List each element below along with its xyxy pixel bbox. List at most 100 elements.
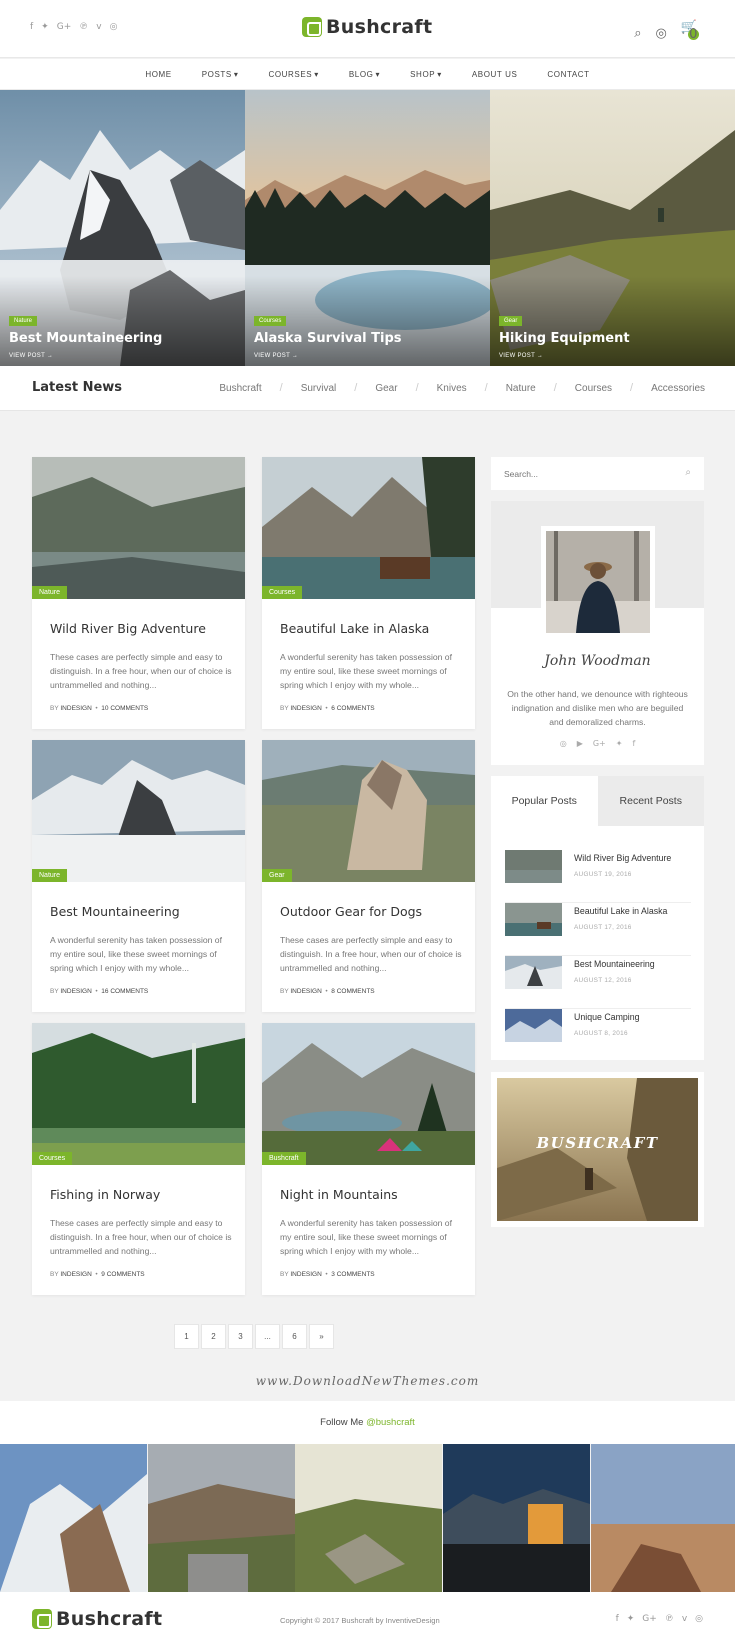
hero-view-post-link[interactable]: VIEW POST → xyxy=(254,353,298,359)
hero-category-tag[interactable]: Courses xyxy=(254,316,287,326)
popular-post-item[interactable]: Beautiful Lake in Alaska AUGUST 17, 2016 xyxy=(505,903,691,956)
post-comments-count[interactable]: 10 COMMENTS xyxy=(101,705,148,712)
popular-post-title[interactable]: Wild River Big Adventure xyxy=(574,853,671,863)
popular-post-thumbnail[interactable] xyxy=(505,903,562,936)
page-link[interactable]: 6 xyxy=(282,1324,307,1349)
vimeo-icon[interactable]: v xyxy=(682,1614,687,1624)
instagram-icon[interactable]: ◎ xyxy=(560,739,567,748)
nav-item-courses[interactable]: COURSES ▾ xyxy=(268,70,318,79)
popular-post-thumbnail[interactable] xyxy=(505,956,562,989)
hero-title[interactable]: Best Mountaineering xyxy=(9,331,162,346)
post-comments-count[interactable]: 3 COMMENTS xyxy=(331,1271,374,1278)
popular-post-item[interactable]: Best Mountaineering AUGUST 12, 2016 xyxy=(505,956,691,1009)
hero-slide[interactable]: Nature Best Mountaineering VIEW POST → xyxy=(0,90,245,366)
nav-item-posts[interactable]: POSTS ▾ xyxy=(202,70,239,79)
post-author[interactable]: INDESIGN xyxy=(60,1271,91,1278)
post-author[interactable]: INDESIGN xyxy=(290,1271,321,1278)
hero-slide[interactable]: Courses Alaska Survival Tips VIEW POST → xyxy=(245,90,490,366)
next-page-button[interactable]: » xyxy=(309,1324,334,1349)
google-plus-icon[interactable]: G+ xyxy=(642,1614,657,1624)
post-thumbnail[interactable] xyxy=(32,1023,245,1165)
instagram-icon[interactable]: ◎ xyxy=(110,22,118,32)
facebook-icon[interactable]: f xyxy=(632,739,635,748)
nav-item-contact[interactable]: CONTACT xyxy=(547,70,589,79)
hero-category-tag[interactable]: Gear xyxy=(499,316,523,326)
instagram-handle-link[interactable]: @bushcraft xyxy=(366,1417,415,1428)
popular-post-thumbnail[interactable] xyxy=(505,1009,562,1042)
popular-post-title[interactable]: Unique Camping xyxy=(574,1012,640,1022)
post-thumbnail[interactable] xyxy=(32,457,245,599)
google-plus-icon[interactable]: G+ xyxy=(57,22,72,32)
pinterest-icon[interactable]: ℗ xyxy=(79,22,88,32)
hero-category-tag[interactable]: Nature xyxy=(9,316,38,326)
post-thumbnail[interactable] xyxy=(262,1023,475,1165)
search-icon[interactable]: ⌕ xyxy=(634,26,641,41)
post-author[interactable]: INDESIGN xyxy=(60,988,91,995)
instagram-icon[interactable]: ◎ xyxy=(695,1614,703,1624)
instagram-photo[interactable] xyxy=(443,1444,590,1592)
category-link[interactable]: Nature xyxy=(506,383,536,394)
google-plus-icon[interactable]: G+ xyxy=(593,739,606,748)
post-comments-count[interactable]: 16 COMMENTS xyxy=(101,988,148,995)
post-title[interactable]: Wild River Big Adventure xyxy=(50,621,206,636)
post-title[interactable]: Best Mountaineering xyxy=(50,904,180,919)
twitter-icon[interactable]: ✦ xyxy=(627,1614,635,1624)
post-card[interactable]: Courses Fishing in Norway These cases ar… xyxy=(32,1023,245,1295)
post-comments-count[interactable]: 9 COMMENTS xyxy=(101,1271,144,1278)
instagram-photo[interactable] xyxy=(0,1444,147,1592)
page-link[interactable]: 3 xyxy=(228,1324,253,1349)
post-title[interactable]: Beautiful Lake in Alaska xyxy=(280,621,429,636)
tab-popular-posts[interactable]: Popular Posts xyxy=(491,776,598,826)
category-link[interactable]: Bushcraft xyxy=(219,383,261,394)
post-category-tag[interactable]: Gear xyxy=(262,869,292,882)
hero-slide[interactable]: Gear Hiking Equipment VIEW POST → xyxy=(490,90,735,366)
popular-post-item[interactable]: Unique Camping AUGUST 8, 2016 xyxy=(505,1009,691,1062)
post-author[interactable]: INDESIGN xyxy=(290,705,321,712)
post-category-tag[interactable]: Nature xyxy=(32,869,68,882)
hero-view-post-link[interactable]: VIEW POST → xyxy=(9,353,53,359)
facebook-icon[interactable]: f xyxy=(30,22,33,32)
nav-item-home[interactable]: HOME xyxy=(145,70,171,79)
post-author[interactable]: INDESIGN xyxy=(60,705,91,712)
category-link[interactable]: Survival xyxy=(301,383,337,394)
post-comments-count[interactable]: 8 COMMENTS xyxy=(331,988,374,995)
post-title[interactable]: Outdoor Gear for Dogs xyxy=(280,904,422,919)
post-category-tag[interactable]: Courses xyxy=(32,1152,73,1165)
popular-post-thumbnail[interactable] xyxy=(505,850,562,883)
vimeo-icon[interactable]: v xyxy=(96,22,101,32)
tab-recent-posts[interactable]: Recent Posts xyxy=(597,776,704,826)
site-logo[interactable]: Bushcraft xyxy=(302,16,432,38)
post-thumbnail[interactable] xyxy=(262,740,475,882)
post-category-tag[interactable]: Bushcraft xyxy=(262,1152,306,1165)
popular-post-item[interactable]: Wild River Big Adventure AUGUST 19, 2016 xyxy=(505,850,691,903)
nav-item-shop[interactable]: SHOP ▾ xyxy=(410,70,442,79)
post-title[interactable]: Night in Mountains xyxy=(280,1187,398,1202)
post-card[interactable]: Bushcraft Night in Mountains A wonderful… xyxy=(262,1023,475,1295)
footer-logo[interactable]: Bushcraft xyxy=(32,1608,162,1630)
page-link[interactable]: 1 xyxy=(174,1324,199,1349)
post-thumbnail[interactable] xyxy=(262,457,475,599)
twitter-icon[interactable]: ✦ xyxy=(616,739,623,748)
post-title[interactable]: Fishing in Norway xyxy=(50,1187,160,1202)
category-link[interactable]: Knives xyxy=(437,383,467,394)
post-category-tag[interactable]: Courses xyxy=(262,586,303,599)
post-comments-count[interactable]: 6 COMMENTS xyxy=(331,705,374,712)
youtube-icon[interactable]: ▶ xyxy=(577,739,583,748)
category-link[interactable]: Courses xyxy=(575,383,612,394)
hero-title[interactable]: Alaska Survival Tips xyxy=(254,331,402,346)
post-author[interactable]: INDESIGN xyxy=(290,988,321,995)
hero-view-post-link[interactable]: VIEW POST → xyxy=(499,353,543,359)
twitter-icon[interactable]: ✦ xyxy=(41,22,49,32)
pinterest-icon[interactable]: ℗ xyxy=(665,1614,674,1624)
hero-title[interactable]: Hiking Equipment xyxy=(499,331,630,346)
post-category-tag[interactable]: Nature xyxy=(32,586,68,599)
search-input[interactable] xyxy=(491,457,661,490)
popular-post-title[interactable]: Best Mountaineering xyxy=(574,959,655,969)
instagram-photo[interactable] xyxy=(148,1444,295,1592)
post-card[interactable]: Nature Best Mountaineering A wonderful s… xyxy=(32,740,245,1012)
post-card[interactable]: Gear Outdoor Gear for Dogs These cases a… xyxy=(262,740,475,1012)
category-link[interactable]: Accessories xyxy=(651,383,705,394)
instagram-photo[interactable] xyxy=(591,1444,735,1592)
popular-post-title[interactable]: Beautiful Lake in Alaska xyxy=(574,906,667,916)
page-link[interactable]: 2 xyxy=(201,1324,226,1349)
